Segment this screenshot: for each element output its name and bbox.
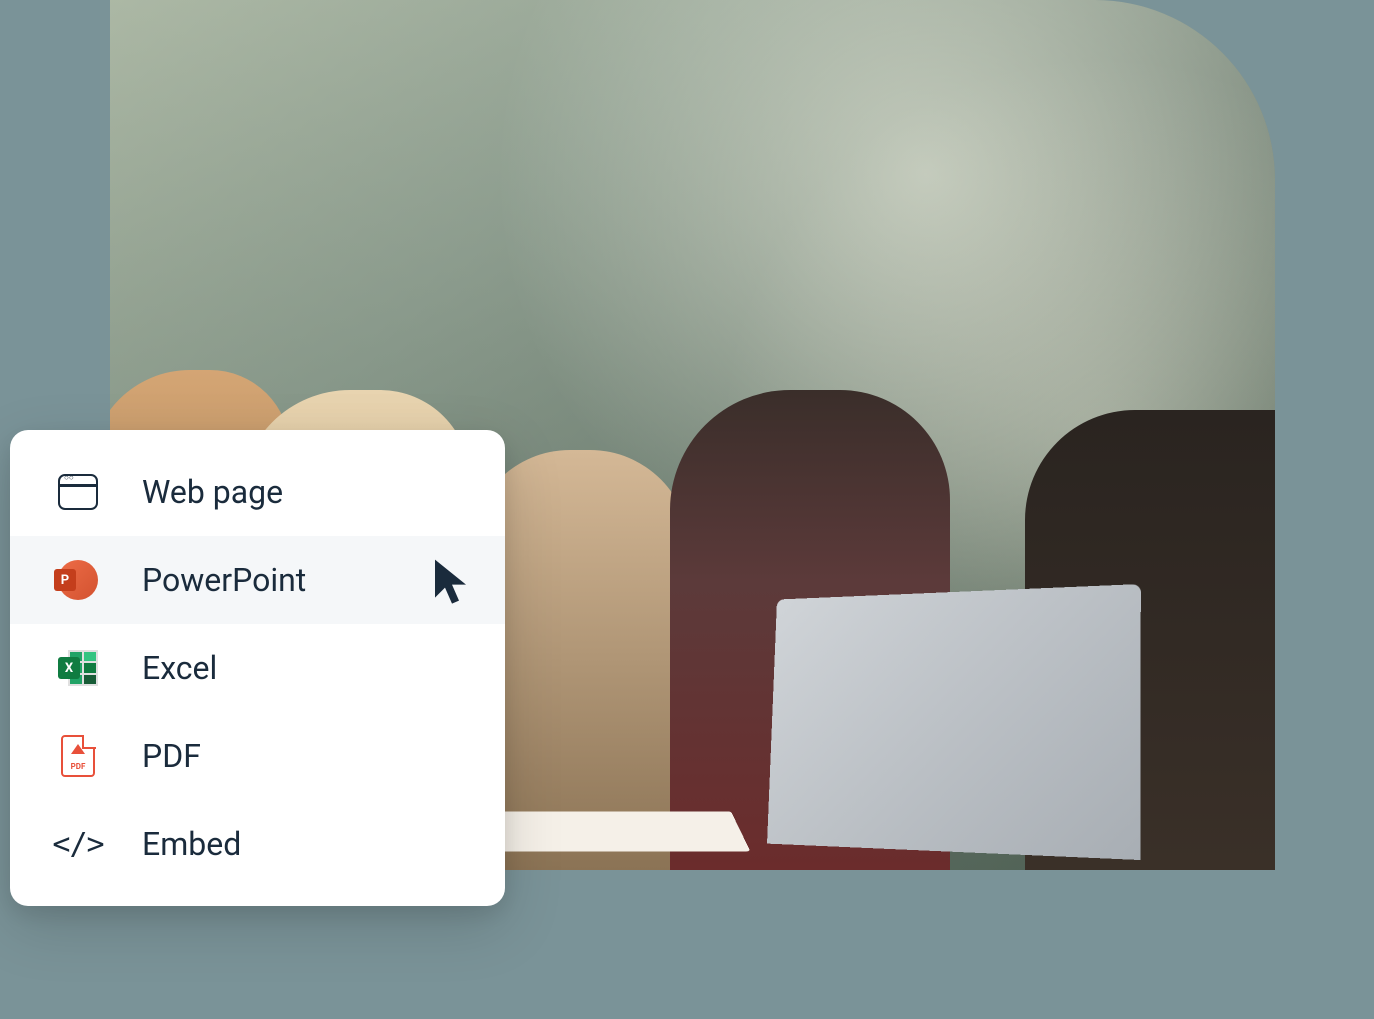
menu-item-excel[interactable]: X Excel [10,624,505,712]
browser-icon [56,470,100,514]
menu-label: PDF [142,737,201,775]
pdf-icon: PDF [56,734,100,778]
embed-icon: </> [56,822,100,866]
menu-item-webpage[interactable]: Web page [10,448,505,536]
excel-icon: X [56,646,100,690]
cursor-icon [433,558,475,614]
export-menu: Web page P PowerPoint X Excel [10,430,505,906]
menu-item-pdf[interactable]: PDF PDF [10,712,505,800]
menu-label: PowerPoint [142,561,306,599]
laptop-prop [767,584,1141,860]
menu-label: Excel [142,649,217,687]
menu-label: Embed [142,825,241,863]
menu-item-powerpoint[interactable]: P PowerPoint [10,536,505,624]
menu-item-embed[interactable]: </> Embed [10,800,505,888]
menu-label: Web page [142,473,283,511]
powerpoint-icon: P [56,558,100,602]
